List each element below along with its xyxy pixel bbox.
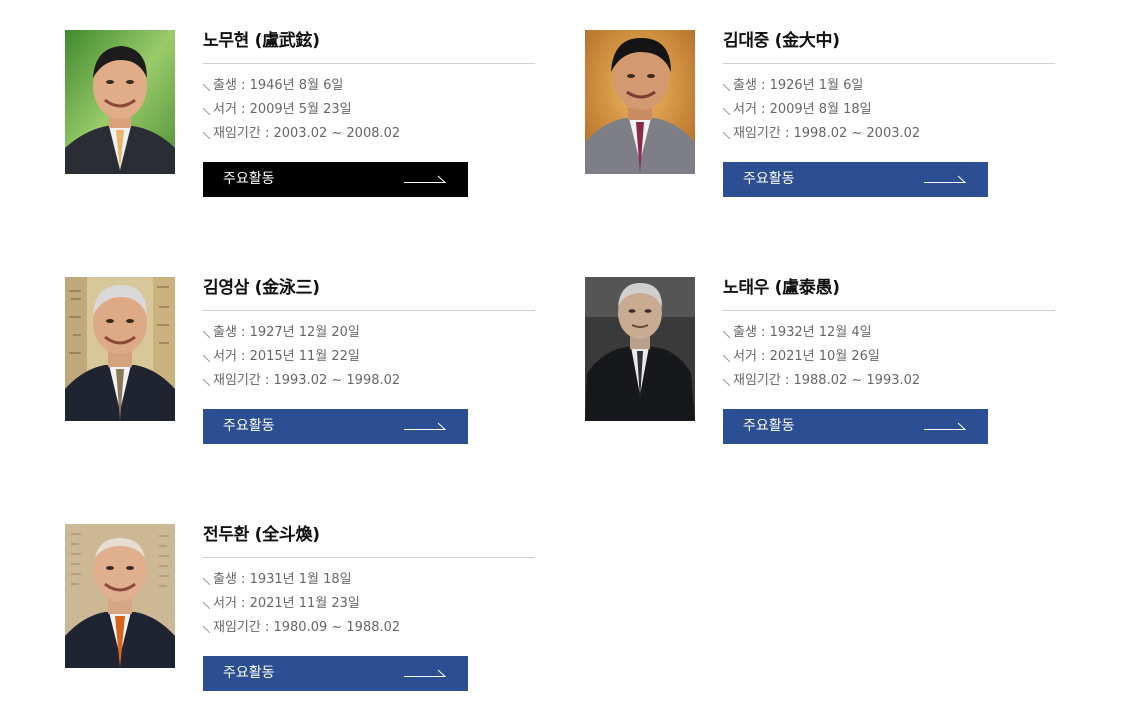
birth-fact-text: 출생 : 1931년 1월 18일 [213,572,352,587]
main-activities-button-label: 주요활동 [223,171,275,187]
diagonal-tick-icon [203,84,210,91]
diagonal-tick-icon [723,108,730,115]
main-activities-button-label: 주요활동 [743,418,795,434]
president-name: 전두환 (全斗煥) [203,524,535,558]
death-fact: 서거 : 2021년 11월 23일 [203,592,535,616]
birth-fact-text: 출생 : 1946년 8월 6일 [213,78,344,93]
diagonal-tick-icon [723,84,730,91]
president-name: 노무현 (盧武鉉) [203,30,535,64]
death-fact-text: 서거 : 2009년 8월 18일 [733,102,872,117]
diagonal-tick-icon [203,602,210,609]
long-arrow-right-icon [404,175,446,183]
birth-fact: 출생 : 1946년 8월 6일 [203,74,535,98]
president-info: 노태우 (盧泰愚) 출생 : 1932년 12월 4일 서거 : 2021년 1… [723,277,1055,444]
president-facts-list: 출생 : 1931년 1월 18일 서거 : 2021년 11월 23일 재임기… [203,568,535,640]
portrait-photo [65,30,175,174]
diagonal-tick-icon [203,578,210,585]
term-fact: 재임기간 : 1998.02 ~ 2003.02 [723,122,1055,146]
term-fact-text: 재임기간 : 2003.02 ~ 2008.02 [213,126,401,141]
president-card-chun-doo-hwan: 전두환 (全斗煥) 출생 : 1931년 1월 18일 서거 : 2021년 1… [65,524,535,692]
term-fact-text: 재임기간 : 1993.02 ~ 1998.02 [213,373,401,388]
diagonal-tick-icon [203,108,210,115]
president-facts-list: 출생 : 1946년 8월 6일 서거 : 2009년 5월 23일 재임기간 … [203,74,535,146]
president-name: 노태우 (盧泰愚) [723,277,1055,311]
portrait-photo [585,30,695,174]
president-info: 노무현 (盧武鉉) 출생 : 1946년 8월 6일 서거 : 2009년 5월… [203,30,535,197]
death-fact: 서거 : 2021년 10월 26일 [723,345,1055,369]
death-fact-text: 서거 : 2021년 10월 26일 [733,349,880,364]
term-fact-text: 재임기간 : 1998.02 ~ 2003.02 [733,126,921,141]
long-arrow-right-icon [924,422,966,430]
birth-fact-text: 출생 : 1927년 12월 20일 [213,325,360,340]
diagonal-tick-icon [723,331,730,338]
diagonal-tick-icon [723,355,730,362]
diagonal-tick-icon [203,132,210,139]
main-activities-button[interactable]: 주요활동 [723,162,988,197]
president-card-roh-moo-hyun: 노무현 (盧武鉉) 출생 : 1946년 8월 6일 서거 : 2009년 5월… [65,30,535,198]
birth-fact: 출생 : 1931년 1월 18일 [203,568,535,592]
term-fact-text: 재임기간 : 1988.02 ~ 1993.02 [733,373,921,388]
president-card-kim-young-sam: 김영삼 (金泳三) 출생 : 1927년 12월 20일 서거 : 2015년 … [65,277,535,445]
death-fact: 서거 : 2015년 11월 22일 [203,345,535,369]
diagonal-tick-icon [203,379,210,386]
main-activities-button[interactable]: 주요활동 [203,656,468,691]
portrait-photo [65,277,175,421]
long-arrow-right-icon [924,175,966,183]
portrait-photo [585,277,695,421]
diagonal-tick-icon [723,379,730,386]
birth-fact: 출생 : 1927년 12월 20일 [203,321,535,345]
diagonal-tick-icon [203,331,210,338]
diagonal-tick-icon [723,132,730,139]
president-name: 김영삼 (金泳三) [203,277,535,311]
death-fact-text: 서거 : 2021년 11월 23일 [213,596,360,611]
main-activities-button-label: 주요활동 [223,418,275,434]
death-fact: 서거 : 2009년 5월 23일 [203,98,535,122]
main-activities-button-label: 주요활동 [223,665,275,681]
president-card-kim-dae-jung: 김대중 (金大中) 출생 : 1926년 1월 6일 서거 : 2009년 8월… [585,30,1055,198]
president-info: 김대중 (金大中) 출생 : 1926년 1월 6일 서거 : 2009년 8월… [723,30,1055,197]
death-fact-text: 서거 : 2009년 5월 23일 [213,102,352,117]
portrait-photo [65,524,175,668]
death-fact: 서거 : 2009년 8월 18일 [723,98,1055,122]
death-fact-text: 서거 : 2015년 11월 22일 [213,349,360,364]
term-fact: 재임기간 : 1993.02 ~ 1998.02 [203,369,535,393]
president-facts-list: 출생 : 1926년 1월 6일 서거 : 2009년 8월 18일 재임기간 … [723,74,1055,146]
president-name: 김대중 (金大中) [723,30,1055,64]
term-fact: 재임기간 : 2003.02 ~ 2008.02 [203,122,535,146]
term-fact-text: 재임기간 : 1980.09 ~ 1988.02 [213,620,401,635]
term-fact: 재임기간 : 1988.02 ~ 1993.02 [723,369,1055,393]
birth-fact: 출생 : 1932년 12월 4일 [723,321,1055,345]
long-arrow-right-icon [404,669,446,677]
diagonal-tick-icon [203,355,210,362]
president-facts-list: 출생 : 1932년 12월 4일 서거 : 2021년 10월 26일 재임기… [723,321,1055,393]
main-activities-button-label: 주요활동 [743,171,795,187]
president-info: 전두환 (全斗煥) 출생 : 1931년 1월 18일 서거 : 2021년 1… [203,524,535,691]
diagonal-tick-icon [203,626,210,633]
main-activities-button[interactable]: 주요활동 [203,409,468,444]
president-card-roh-tae-woo: 노태우 (盧泰愚) 출생 : 1932년 12월 4일 서거 : 2021년 1… [585,277,1055,445]
president-facts-list: 출생 : 1927년 12월 20일 서거 : 2015년 11월 22일 재임… [203,321,535,393]
main-activities-button[interactable]: 주요활동 [723,409,988,444]
birth-fact-text: 출생 : 1926년 1월 6일 [733,78,864,93]
birth-fact-text: 출생 : 1932년 12월 4일 [733,325,872,340]
birth-fact: 출생 : 1926년 1월 6일 [723,74,1055,98]
main-activities-button[interactable]: 주요활동 [203,162,468,197]
term-fact: 재임기간 : 1980.09 ~ 1988.02 [203,616,535,640]
president-info: 김영삼 (金泳三) 출생 : 1927년 12월 20일 서거 : 2015년 … [203,277,535,444]
long-arrow-right-icon [404,422,446,430]
